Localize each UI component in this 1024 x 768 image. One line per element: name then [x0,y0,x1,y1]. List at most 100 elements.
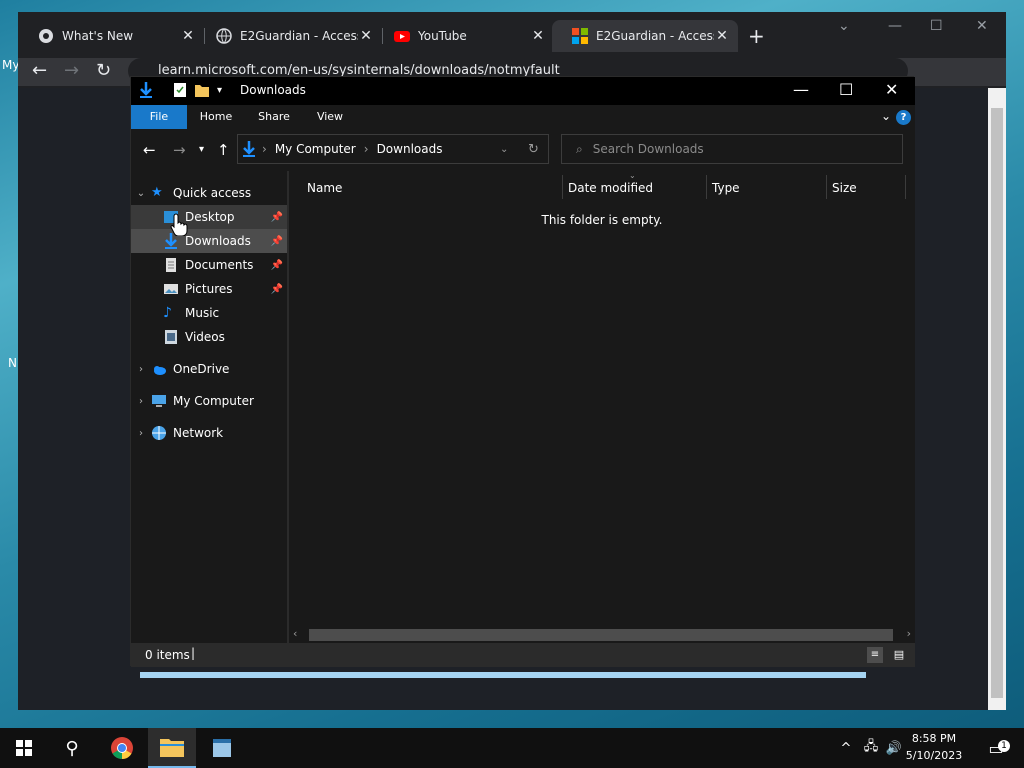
tab-whats-new[interactable]: What's New ✕ [18,20,204,52]
column-name[interactable]: Name [307,181,342,195]
videos-icon [165,330,177,344]
folder-icon [160,739,184,757]
clock[interactable]: 8:58 PM 5/10/2023 [904,730,964,764]
start-button[interactable] [0,728,48,768]
tab-search-icon[interactable]: ⌄ [838,18,850,34]
nav-pictures[interactable]: Pictures 📌 [131,277,287,301]
back-icon[interactable]: ← [32,60,47,81]
windows-logo-icon [16,740,32,756]
tab-share[interactable]: Share [251,105,297,129]
tab-e2guardian[interactable]: E2Guardian - Access Denied ✕ [196,20,382,52]
chevron-right-icon: › [262,142,267,156]
star-icon: ★ [151,185,163,200]
network-icon [152,426,166,440]
address-breadcrumb-bar[interactable]: › My Computer › Downloads ⌄ ↻ [237,134,549,164]
ribbon-tabs: File Home Share View ⌄ ? [131,105,915,129]
nav-downloads[interactable]: Downloads 📌 [131,229,287,253]
qat-dropdown-icon[interactable]: ▾ [217,85,222,96]
close-tab-icon[interactable]: ✕ [530,28,546,44]
pin-icon: 📌 [270,211,283,223]
nav-label: Desktop [185,210,235,224]
column-divider[interactable] [826,175,827,199]
nav-network[interactable]: › Network [131,421,287,445]
help-icon[interactable]: ? [896,110,911,125]
expand-ribbon-icon[interactable]: ⌄ [881,109,891,123]
details-view-icon[interactable]: ≡ [867,647,883,663]
chrome-icon [111,737,133,759]
column-divider[interactable] [905,175,906,199]
volume-icon[interactable]: 🔊 [884,728,904,768]
column-size[interactable]: Size [832,181,857,195]
cloud-icon [154,366,166,375]
properties-icon[interactable] [173,82,187,98]
reload-icon[interactable]: ↻ [96,60,111,81]
address-row: ← → ▾ ↑ › My Computer › Downloads ⌄ ↻ ⌕ … [131,129,915,171]
network-status-icon[interactable]: 🖧 [860,728,882,768]
up-icon[interactable]: ↑ [217,141,230,159]
tab-e2guardian-active[interactable]: E2Guardian - Access Denied ✕ [552,20,738,52]
nav-label: My Computer [173,394,254,408]
show-hidden-icons[interactable]: ^ [836,728,856,768]
minimize-icon[interactable]: — [793,80,809,99]
horizontal-scrollbar-thumb[interactable] [309,629,893,641]
tab-view[interactable]: View [307,105,353,129]
nav-videos[interactable]: Videos [131,325,287,349]
nav-desktop[interactable]: Desktop 📌 [131,205,287,229]
globe-icon [216,28,232,44]
nav-label: Downloads [185,234,251,248]
nav-onedrive[interactable]: › OneDrive [131,357,287,381]
scroll-right-icon[interactable]: › [907,627,911,640]
nav-quick-access[interactable]: ⌄ ★ Quick access [131,181,287,205]
horizontal-scrollbar[interactable]: ‹ › [289,627,915,643]
chevron-down-icon[interactable]: ⌄ [131,188,151,199]
new-tab-icon[interactable]: + [748,24,765,48]
close-window-icon[interactable]: ✕ [976,18,988,34]
taskbar-app[interactable] [198,728,246,768]
nav-documents[interactable]: Documents 📌 [131,253,287,277]
pin-icon: 📌 [270,283,283,295]
tab-youtube[interactable]: YouTube ✕ [374,20,554,52]
nav-my-computer[interactable]: › My Computer [131,389,287,413]
maximize-icon[interactable]: ☐ [839,80,853,99]
close-tab-icon[interactable]: ✕ [358,28,374,44]
recent-locations-icon[interactable]: ▾ [199,144,204,155]
search-icon: ⌕ [576,141,583,156]
refresh-icon[interactable]: ↻ [528,142,539,157]
column-divider[interactable] [562,175,563,199]
close-tab-icon[interactable]: ✕ [714,28,730,44]
close-icon[interactable]: ✕ [885,80,898,99]
column-divider[interactable] [706,175,707,199]
tab-strip: What's New ✕ E2Guardian - Access Denied … [18,12,1006,58]
taskbar-chrome[interactable] [98,728,146,768]
notification-center-icon[interactable]: ▭ 1 [976,728,1016,768]
search-box[interactable]: ⌕ Search Downloads [561,134,903,164]
breadcrumb-downloads[interactable]: Downloads [377,142,443,156]
search-icon[interactable]: ⚲ [48,728,96,768]
chevron-right-icon[interactable]: › [131,396,151,407]
chevron-right-icon[interactable]: › [131,364,151,375]
forward-icon[interactable]: → [173,141,186,159]
search-placeholder: Search Downloads [592,142,704,156]
chevron-down-icon[interactable]: ⌄ [500,144,508,155]
forward-icon[interactable]: → [64,60,79,81]
chevron-right-icon[interactable]: › [131,428,151,439]
tab-file[interactable]: File [131,105,187,129]
back-icon[interactable]: ← [143,141,156,159]
microsoft-icon [572,28,588,44]
navigation-pane: ⌄ ★ Quick access Desktop 📌 Downloads 📌 D… [131,171,287,643]
minimize-icon[interactable]: — [888,18,902,34]
download-arrow-icon [140,82,152,98]
tab-home[interactable]: Home [193,105,239,129]
page-scrollbar-thumb[interactable] [991,108,1003,698]
maximize-icon[interactable]: ☐ [930,18,943,34]
large-icons-view-icon[interactable]: ▤ [891,647,907,663]
scroll-left-icon[interactable]: ‹ [293,627,297,640]
new-folder-icon[interactable] [195,82,209,98]
taskbar-file-explorer[interactable] [148,728,196,768]
column-date-modified[interactable]: Date modified [568,181,653,195]
nav-label: Quick access [173,186,252,200]
nav-music[interactable]: ♪ Music [131,301,287,325]
column-type[interactable]: Type [712,181,740,195]
breadcrumb-my-computer[interactable]: My Computer [275,142,356,156]
close-tab-icon[interactable]: ✕ [180,28,196,44]
